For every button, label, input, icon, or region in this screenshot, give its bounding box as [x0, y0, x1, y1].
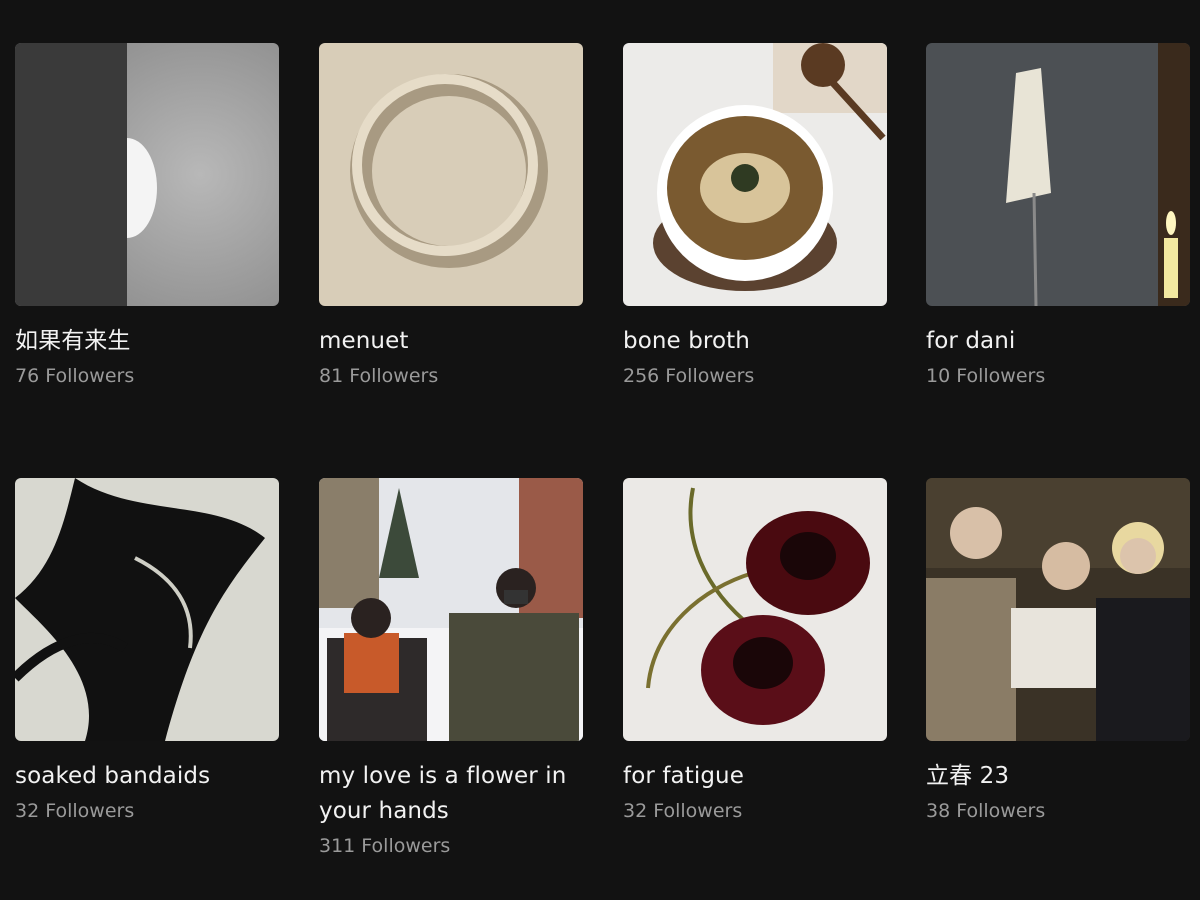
- follower-count: 81 Followers: [319, 365, 439, 387]
- follower-count: 256 Followers: [623, 365, 755, 387]
- playlist-title[interactable]: for dani: [926, 324, 1190, 359]
- cherry-cover[interactable]: [623, 478, 887, 741]
- abstract-ink-cover[interactable]: [15, 478, 279, 741]
- playlist-title[interactable]: bone broth: [623, 324, 887, 359]
- follower-count: 76 Followers: [15, 365, 135, 387]
- follower-count: 32 Followers: [15, 800, 135, 822]
- playlist-card[interactable]: soaked bandaids 32 Followers: [15, 478, 279, 824]
- playlist-card[interactable]: 如果有来生 76 Followers: [15, 43, 279, 389]
- playlist-title[interactable]: 立春 23: [926, 759, 1190, 794]
- group-photo-cover[interactable]: [926, 478, 1190, 741]
- playlist-card[interactable]: menuet 81 Followers: [319, 43, 583, 389]
- follower-count: 38 Followers: [926, 800, 1046, 822]
- playlist-card[interactable]: my love is a flower in your hands 311 Fo…: [319, 478, 583, 859]
- half-moon-cover[interactable]: [15, 43, 279, 306]
- follower-count: 311 Followers: [319, 835, 451, 857]
- playlist-title[interactable]: soaked bandaids: [15, 759, 279, 794]
- follower-count: 10 Followers: [926, 365, 1046, 387]
- snow-couple-cover[interactable]: [319, 478, 583, 741]
- follower-count: 32 Followers: [623, 800, 743, 822]
- playlist-card[interactable]: bone broth 256 Followers: [623, 43, 887, 389]
- noodle-bowl-cover[interactable]: [623, 43, 887, 306]
- playlist-title[interactable]: 如果有来生: [15, 324, 279, 359]
- candle-cover[interactable]: [926, 43, 1190, 306]
- playlist-title[interactable]: menuet: [319, 324, 583, 359]
- playlist-card[interactable]: 立春 23 38 Followers: [926, 478, 1190, 824]
- playlist-title[interactable]: for fatigue: [623, 759, 887, 794]
- playlist-card[interactable]: for fatigue 32 Followers: [623, 478, 887, 824]
- ring-cover[interactable]: [319, 43, 583, 306]
- playlist-title[interactable]: my love is a flower in your hands: [319, 759, 583, 829]
- playlist-card[interactable]: for dani 10 Followers: [926, 43, 1190, 389]
